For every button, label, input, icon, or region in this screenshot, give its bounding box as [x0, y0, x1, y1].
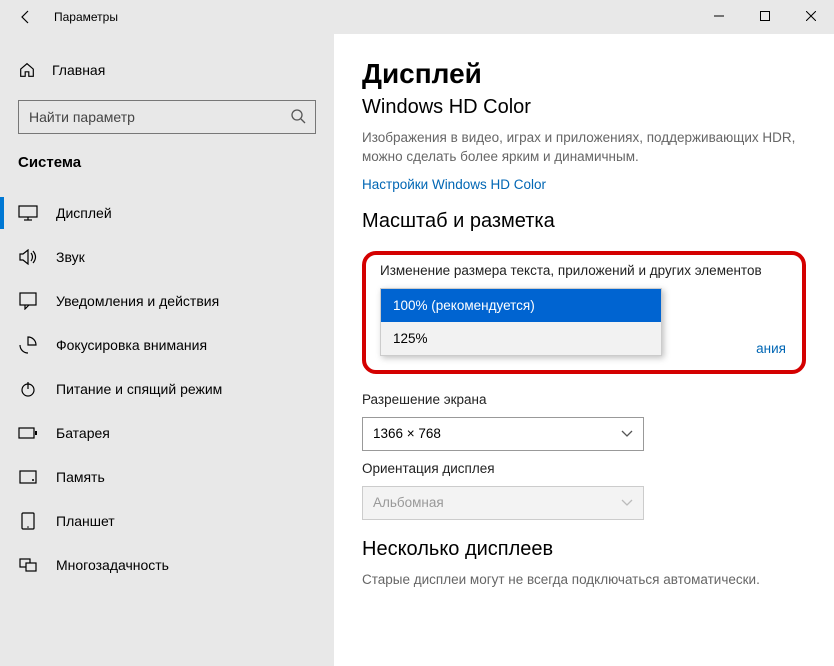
- search-container: [18, 100, 316, 134]
- sidebar-item-multitask[interactable]: Многозадачность: [0, 543, 334, 587]
- scale-dropdown-open[interactable]: 100% (рекомендуется) 125%: [380, 288, 662, 356]
- maximize-button[interactable]: [742, 0, 788, 32]
- sidebar-item-display[interactable]: Дисплей: [0, 191, 334, 235]
- minimize-button[interactable]: [696, 0, 742, 32]
- sound-icon: [18, 247, 38, 267]
- sidebar-item-label: Дисплей: [56, 205, 112, 221]
- multidisplay-title: Несколько дисплеев: [362, 538, 806, 561]
- sidebar-item-battery[interactable]: Батарея: [0, 411, 334, 455]
- back-button[interactable]: [12, 3, 40, 31]
- sidebar-item-label: Батарея: [56, 425, 110, 441]
- window-title: Параметры: [54, 10, 118, 24]
- notifications-icon: [18, 291, 38, 311]
- sidebar-home-label: Главная: [52, 62, 105, 78]
- titlebar: Параметры: [0, 0, 834, 34]
- resolution-value: 1366 × 768: [373, 426, 441, 441]
- sidebar-item-label: Фокусировка внимания: [56, 337, 207, 353]
- focus-icon: [18, 335, 38, 355]
- tablet-icon: [18, 511, 38, 531]
- advanced-scaling-link-partial[interactable]: ания: [756, 341, 786, 356]
- storage-icon: [18, 467, 38, 487]
- sidebar-item-label: Многозадачность: [56, 557, 169, 573]
- sidebar-item-label: Планшет: [56, 513, 115, 529]
- sidebar-item-label: Питание и спящий режим: [56, 381, 222, 397]
- display-icon: [18, 203, 38, 223]
- resolution-select[interactable]: 1366 × 768: [362, 417, 644, 451]
- sidebar-item-power[interactable]: Питание и спящий режим: [0, 367, 334, 411]
- hdcolor-title: Windows HD Color: [362, 96, 806, 119]
- content-area: Дисплей Windows HD Color Изображения в в…: [334, 34, 834, 666]
- orientation-select: Альбомная: [362, 486, 644, 520]
- hdcolor-desc: Изображения в видео, играх и приложениях…: [362, 129, 806, 167]
- scale-highlight-box: Изменение размера текста, приложений и д…: [362, 251, 806, 374]
- search-input[interactable]: [18, 100, 316, 134]
- resolution-label: Разрешение экрана: [362, 392, 806, 407]
- multitask-icon: [18, 555, 38, 575]
- scale-label: Изменение размера текста, приложений и д…: [380, 263, 788, 278]
- orientation-label: Ориентация дисплея: [362, 461, 806, 476]
- chevron-down-icon: [621, 499, 633, 507]
- battery-icon: [18, 423, 38, 443]
- scale-option-100[interactable]: 100% (рекомендуется): [381, 289, 661, 322]
- sidebar-item-label: Звук: [56, 249, 85, 265]
- power-icon: [18, 379, 38, 399]
- sidebar-item-tablet[interactable]: Планшет: [0, 499, 334, 543]
- multidisplay-desc: Старые дисплеи могут не всегда подключат…: [362, 571, 806, 590]
- sidebar-item-focus[interactable]: Фокусировка внимания: [0, 323, 334, 367]
- scale-title: Масштаб и разметка: [362, 210, 806, 233]
- scale-option-125[interactable]: 125%: [381, 322, 661, 355]
- sidebar-item-notifications[interactable]: Уведомления и действия: [0, 279, 334, 323]
- sidebar-item-storage[interactable]: Память: [0, 455, 334, 499]
- chevron-down-icon: [621, 430, 633, 438]
- orientation-value: Альбомная: [373, 495, 444, 510]
- sidebar-item-sound[interactable]: Звук: [0, 235, 334, 279]
- hdcolor-link[interactable]: Настройки Windows HD Color: [362, 177, 806, 192]
- page-title: Дисплей: [362, 58, 806, 90]
- sidebar-home[interactable]: Главная: [0, 50, 334, 90]
- close-button[interactable]: [788, 0, 834, 32]
- sidebar-nav: Дисплей Звук Уведомления и действия: [0, 191, 334, 587]
- sidebar-category: Система: [0, 146, 334, 191]
- sidebar-item-label: Память: [56, 469, 105, 485]
- sidebar-item-label: Уведомления и действия: [56, 293, 219, 309]
- home-icon: [18, 61, 36, 79]
- sidebar: Главная Система Дисплей: [0, 34, 334, 666]
